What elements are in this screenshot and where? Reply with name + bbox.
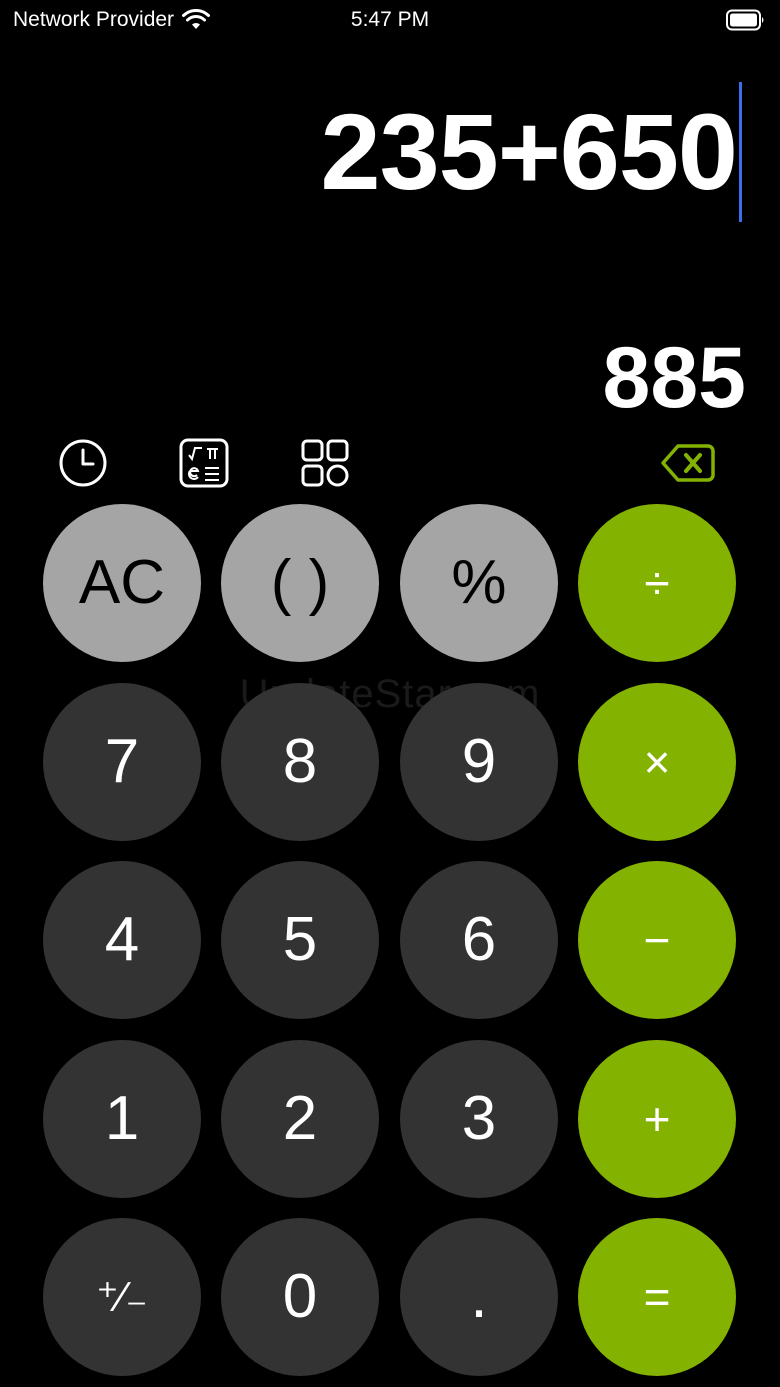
plus-minus-button[interactable]: ⁺∕₋ <box>43 1218 201 1376</box>
key-label: AC <box>78 548 166 617</box>
history-button[interactable] <box>55 435 111 491</box>
key-label: 3 <box>461 1084 497 1153</box>
scientific-button[interactable] <box>176 435 232 491</box>
digit-4-button[interactable]: 4 <box>43 861 201 1019</box>
add-button[interactable]: + <box>578 1040 736 1198</box>
status-time: 5:47 PM <box>350 8 430 31</box>
battery-icon <box>726 9 766 31</box>
backspace-button[interactable] <box>660 435 716 491</box>
all-clear-button[interactable]: AC <box>43 504 201 662</box>
history-icon <box>58 438 108 488</box>
key-label: % <box>451 548 507 617</box>
key-label: ÷ <box>644 557 670 609</box>
digit-5-button[interactable]: 5 <box>221 861 379 1019</box>
key-label: ( ) <box>270 548 330 617</box>
decimal-point-button[interactable]: . <box>400 1218 558 1376</box>
digit-7-button[interactable]: 7 <box>43 683 201 841</box>
expression-text: 235+650 <box>320 91 738 212</box>
scientific-functions-icon <box>178 437 230 489</box>
digit-3-button[interactable]: 3 <box>400 1040 558 1198</box>
divide-button[interactable]: ÷ <box>578 504 736 662</box>
key-label: 9 <box>461 727 497 796</box>
backspace-icon <box>660 441 716 485</box>
multiply-button[interactable]: × <box>578 683 736 841</box>
key-label: 7 <box>104 727 140 796</box>
key-label: 5 <box>282 905 318 974</box>
status-bar: Network Provider 5:47 PM <box>0 0 780 40</box>
digit-0-button[interactable]: 0 <box>221 1218 379 1376</box>
digit-2-button[interactable]: 2 <box>221 1040 379 1198</box>
digit-6-button[interactable]: 6 <box>400 861 558 1019</box>
digit-1-button[interactable]: 1 <box>43 1040 201 1198</box>
key-label: 8 <box>282 727 318 796</box>
key-label: 2 <box>282 1084 318 1153</box>
key-label: 4 <box>104 905 140 974</box>
toolbar <box>0 435 780 493</box>
key-label: 6 <box>461 905 497 974</box>
subtract-button[interactable]: − <box>578 861 736 1019</box>
key-label: + <box>643 1093 671 1145</box>
expression-display[interactable]: 235+650 <box>321 82 742 222</box>
key-label: 0 <box>282 1262 318 1331</box>
key-label: ⁺∕₋ <box>96 1273 148 1320</box>
key-label: = <box>643 1271 671 1323</box>
apps-grid-icon <box>299 437 351 489</box>
key-label: × <box>643 736 671 788</box>
digit-8-button[interactable]: 8 <box>221 683 379 841</box>
text-cursor <box>739 82 742 222</box>
key-label: 1 <box>104 1084 140 1153</box>
apps-button[interactable] <box>297 435 353 491</box>
result-preview: 885 <box>602 330 747 426</box>
parentheses-button[interactable]: ( ) <box>221 504 379 662</box>
key-label: . <box>470 1262 488 1331</box>
key-label: − <box>643 914 671 966</box>
equals-button[interactable]: = <box>578 1218 736 1376</box>
digit-9-button[interactable]: 9 <box>400 683 558 841</box>
percent-button[interactable]: % <box>400 504 558 662</box>
